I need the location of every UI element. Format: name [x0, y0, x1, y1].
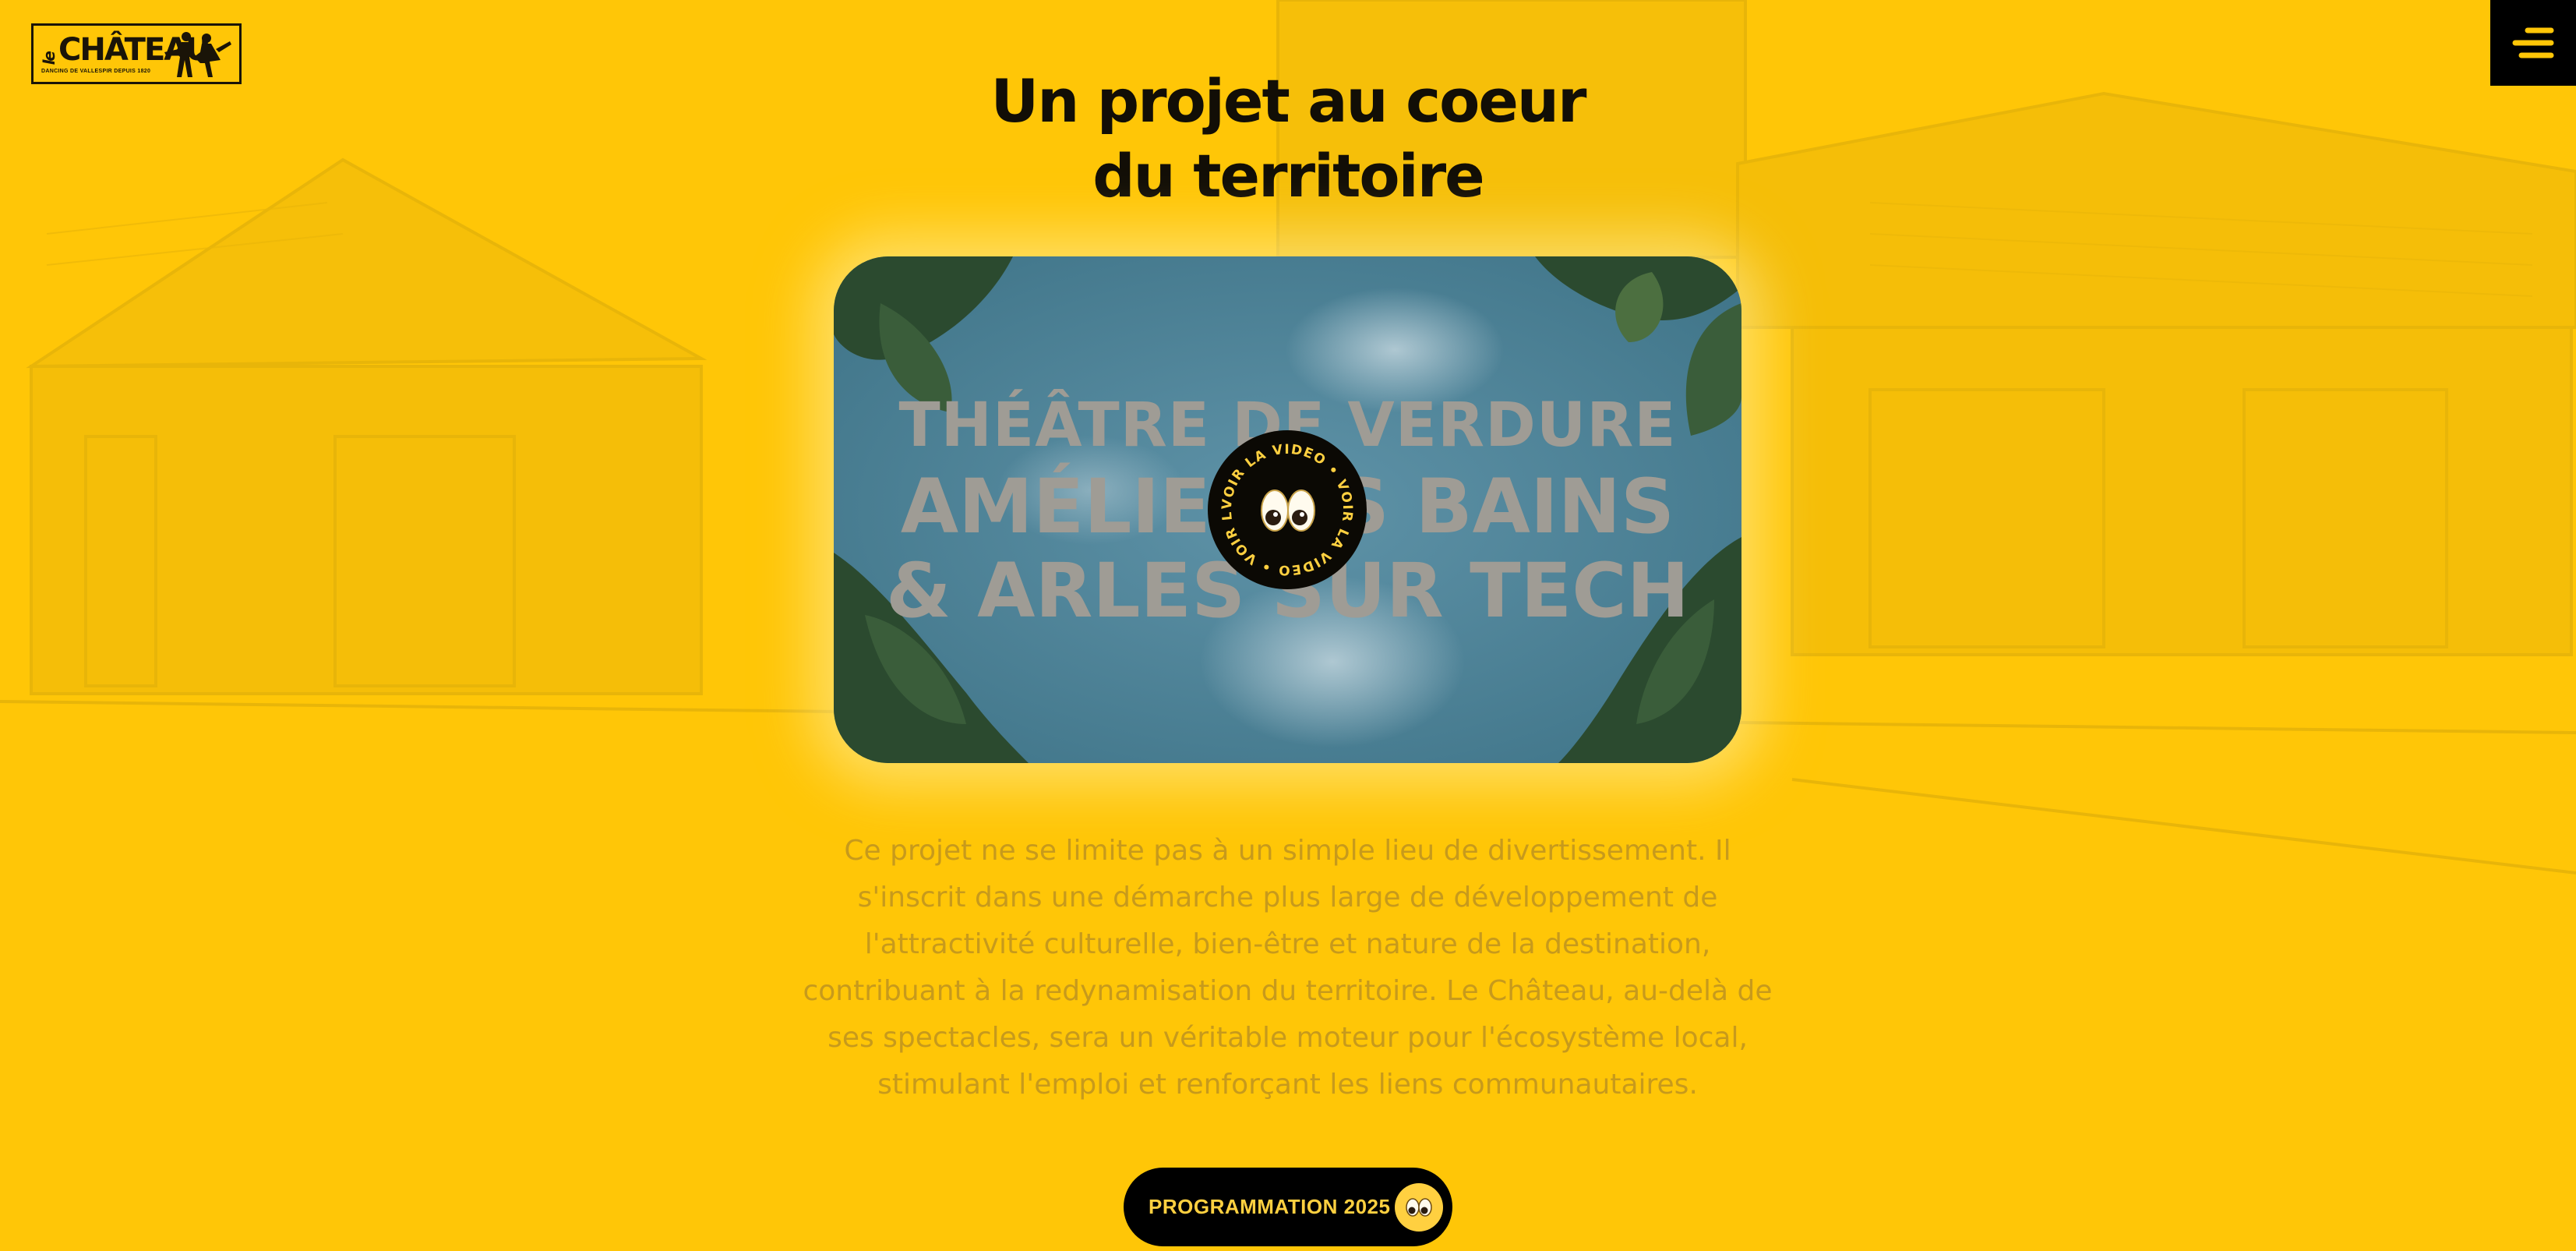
page-title-line-2: du territoire [1092, 141, 1484, 210]
play-video-button[interactable]: VOIR LA VIDEO • VOIR LA VIDEO • VOIR LA … [1202, 419, 1367, 589]
programmation-button[interactable]: PROGRAMMATION 2025 [1124, 1168, 1452, 1246]
eyes-icon [1261, 489, 1315, 532]
page: le CHÂTEAU DANCING DE VALLESPIR DEPUIS 1… [0, 0, 2576, 1251]
page-title-line-1: Un projet au coeur [990, 66, 1586, 136]
play-badge-graphic: VOIR LA VIDEO • VOIR LA VIDEO • VOIR LA … [1202, 419, 1354, 578]
hamburger-menu-icon [2512, 27, 2554, 58]
page-title: Un projet au coeur du territoire [0, 64, 2576, 214]
eyes-icon [1395, 1183, 1443, 1232]
programmation-button-label: PROGRAMMATION 2025 [1149, 1195, 1391, 1218]
project-description: Ce projet ne se limite pas à un simple l… [803, 835, 1773, 1101]
